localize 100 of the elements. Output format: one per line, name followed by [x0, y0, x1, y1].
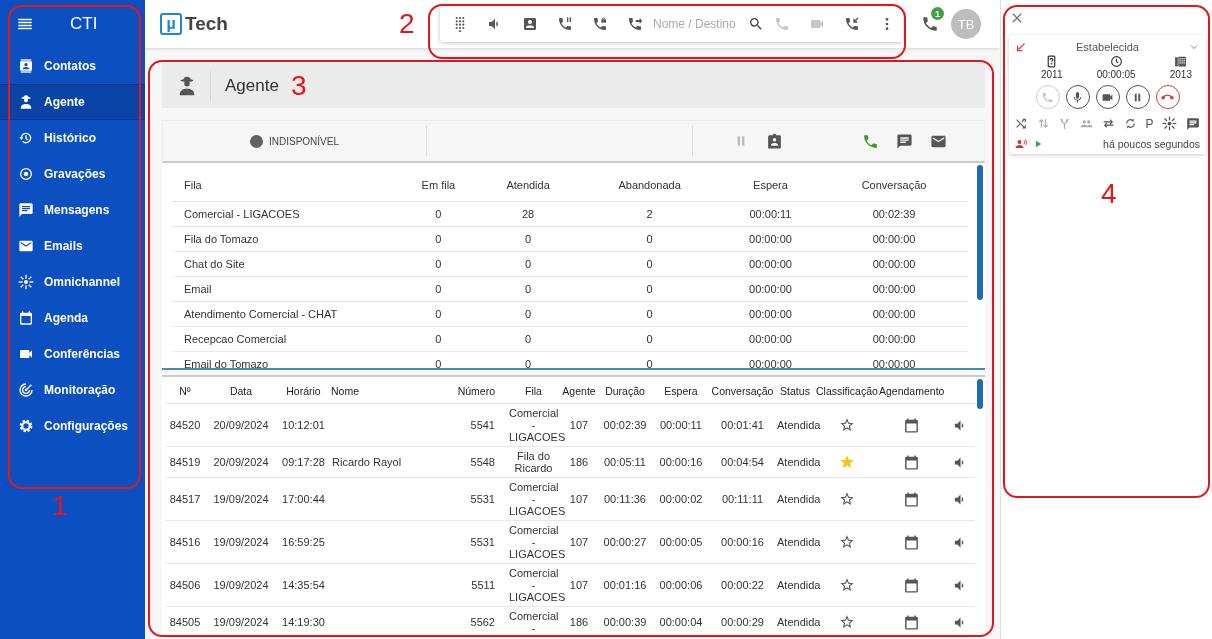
table-cell: 16:59:25: [282, 536, 325, 548]
calendar-icon[interactable]: [903, 416, 920, 434]
table-cell: 00:00:04: [659, 616, 703, 628]
table-cell: 00:00:00: [720, 251, 821, 277]
scrollbar[interactable]: [977, 379, 983, 409]
table-cell: 00:00:22: [721, 579, 764, 591]
table-cell: 00:00:05: [659, 536, 703, 548]
table-cell: 00:00:00: [820, 301, 968, 327]
table-cell: 00:00:00: [720, 226, 821, 252]
logo-mark: µ: [160, 13, 182, 35]
table-cell: 00:00:00: [820, 276, 968, 302]
call-time: há poucos segundos: [1103, 138, 1200, 150]
table-cell: 5511: [471, 579, 495, 591]
play-icon[interactable]: [1033, 139, 1043, 149]
table-cell: 107: [569, 493, 589, 505]
table-cell: 5531: [470, 493, 495, 505]
shuffle-icon[interactable]: [1015, 117, 1028, 130]
star-icon[interactable]: [838, 534, 855, 550]
table-cell: 107: [569, 536, 589, 548]
table-cell: 0: [477, 301, 579, 327]
calendar-icon[interactable]: [903, 613, 920, 631]
app-title: CTI: [70, 14, 98, 34]
table-cell: Comercial - LIGACOES: [172, 201, 399, 227]
phone-pause-icon[interactable]: [557, 16, 573, 32]
table-cell: 2: [578, 201, 721, 227]
burst-icon[interactable]: [1162, 116, 1178, 131]
table-cell: 0: [477, 276, 579, 302]
table-cell: 84520: [169, 419, 201, 431]
clipboard-icon[interactable]: [766, 132, 783, 150]
chat-icon[interactable]: [896, 132, 913, 150]
phone-forward-icon[interactable]: [627, 16, 643, 32]
star-icon[interactable]: [838, 577, 855, 593]
column-header: Horário: [286, 385, 321, 397]
column-header: Data: [229, 385, 253, 397]
column-header: Status: [780, 385, 810, 397]
notification-badge: 1: [931, 7, 944, 20]
table-cell: 00:00:06: [659, 579, 703, 591]
chat-icon: [18, 202, 34, 218]
table-cell: 0: [399, 276, 478, 302]
table-cell: 19/09/2024: [213, 616, 269, 628]
table-cell: 5531: [470, 536, 495, 548]
table-cell: 28: [477, 201, 579, 227]
column-header: Duração: [605, 385, 645, 397]
table-cell: 0: [578, 226, 721, 252]
calendar-icon[interactable]: [903, 453, 920, 471]
table-cell: Comercial -: [509, 610, 559, 634]
calendar-icon[interactable]: [903, 533, 920, 551]
table-cell: 20/09/2024: [213, 456, 269, 468]
nav-item[interactable]: Gravações: [0, 156, 145, 192]
calendar-icon[interactable]: [903, 490, 920, 508]
table-cell: Atendida: [777, 419, 821, 431]
nav-item[interactable]: Histórico: [0, 120, 145, 156]
nav-item[interactable]: Agenda: [0, 300, 145, 336]
column-header: Classificação: [816, 385, 878, 397]
star-icon[interactable]: [838, 417, 855, 433]
table-cell: 00:01:16: [603, 579, 647, 591]
nav-item[interactable]: Configurações: [0, 408, 145, 444]
phone-icon[interactable]: [921, 15, 939, 33]
column-header: Número: [457, 385, 495, 397]
table-cell: 5541: [470, 419, 495, 431]
star-icon[interactable]: [838, 454, 855, 470]
star-icon[interactable]: [838, 614, 855, 630]
nav-item[interactable]: Conferências: [0, 336, 145, 372]
nav-item[interactable]: Omnichannel: [0, 264, 145, 300]
table-cell: Chat do Site: [172, 251, 399, 277]
nav-item[interactable]: Mensagens: [0, 192, 145, 228]
table-cell: 00:11:36: [604, 493, 646, 505]
phone-incoming-icon[interactable]: [844, 16, 860, 32]
table-cell: Atendida: [777, 579, 821, 591]
nav-item[interactable]: Agente: [0, 84, 145, 120]
search-field[interactable]: Nome / Destino: [653, 17, 739, 31]
table-cell: Atendida: [777, 456, 821, 468]
swap-horizontal-icon[interactable]: [1101, 117, 1115, 130]
sync-icon[interactable]: [1123, 117, 1137, 130]
search-icon[interactable]: [748, 16, 764, 32]
calendar-icon[interactable]: [903, 576, 920, 594]
burst-icon: [18, 274, 34, 290]
phone-icon[interactable]: [862, 132, 879, 150]
agent-status[interactable]: INDISPONÍVEL: [269, 135, 339, 147]
table-cell: 14:35:54: [282, 579, 325, 591]
incoming-arrow-icon: [1015, 41, 1027, 53]
table-cell: Atendimento Comercial - CHAT: [172, 301, 399, 327]
contact-icon[interactable]: [522, 16, 538, 32]
nav-item[interactable]: Contatos: [0, 48, 145, 84]
nav-item[interactable]: Monitoração: [0, 372, 145, 408]
table-cell: 17:00:44: [282, 493, 325, 505]
star-icon[interactable]: [838, 491, 855, 507]
table-cell: 00:11:11: [721, 493, 764, 505]
column-header: Atendida: [477, 169, 579, 202]
nav-item[interactable]: Emails: [0, 228, 145, 264]
table-cell: 00:00:00: [720, 326, 821, 352]
phone-lock-icon[interactable]: [592, 16, 608, 32]
caller-extension: 2011: [1041, 69, 1063, 80]
table-cell: 00:00:16: [721, 536, 764, 548]
table-cell: 19/09/2024: [213, 493, 269, 505]
chat-icon[interactable]: [1185, 116, 1200, 131]
table-cell: 00:00:00: [720, 301, 821, 327]
park-button[interactable]: P: [1145, 116, 1154, 131]
table-cell: 00:00:11: [660, 419, 702, 431]
scrollbar[interactable]: [977, 165, 983, 300]
